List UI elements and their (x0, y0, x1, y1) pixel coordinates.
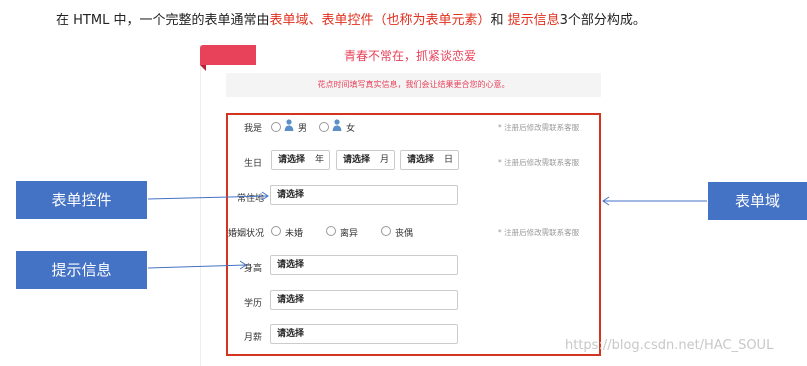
callout-arrows (147, 191, 707, 270)
arrow-form-controls (147, 195, 269, 200)
arrow-hint-info (147, 264, 247, 269)
watermark: https://blog.csdn.net/HAC_SOUL (565, 338, 774, 353)
